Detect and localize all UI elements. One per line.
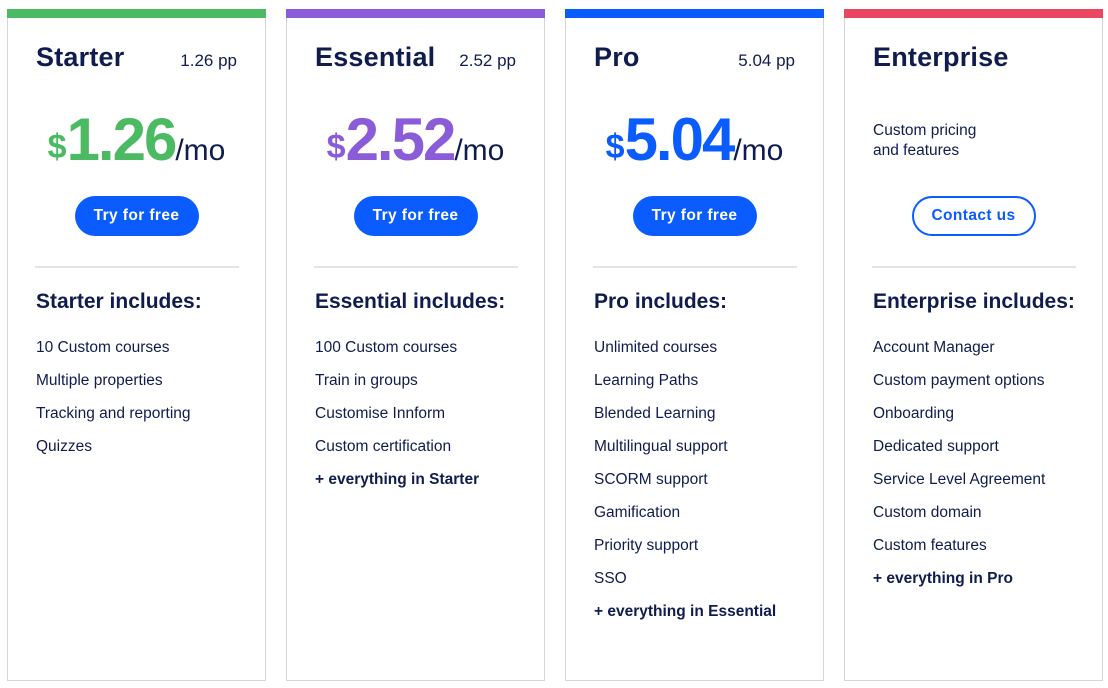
feature-item: Tracking and reporting bbox=[36, 405, 191, 422]
feature-list: Account Manager Custom payment options Onb… bbox=[873, 338, 1045, 602]
plan-price: $2.52/mo bbox=[287, 105, 544, 174]
feature-item: Multiple properties bbox=[36, 372, 163, 389]
per-person-price: 2.52 pp bbox=[459, 51, 516, 70]
plan-header: Enterprise bbox=[873, 42, 1074, 73]
pricing-cards: Starter 1.26 pp $1.26/mo Try for free St… bbox=[7, 9, 1103, 681]
feature-item: 100 Custom courses bbox=[315, 339, 458, 356]
plan-accent-bar bbox=[7, 9, 266, 18]
feature-item: SCORM support bbox=[594, 471, 708, 488]
feature-item: Unlimited courses bbox=[594, 339, 718, 356]
plan-header: Essential 2.52 pp bbox=[315, 42, 516, 73]
divider bbox=[872, 266, 1076, 268]
feature-item: Multilingual support bbox=[594, 438, 728, 455]
plan-name: Enterprise bbox=[873, 42, 1009, 72]
try-for-free-button[interactable]: Try for free bbox=[632, 196, 757, 236]
feature-item: Customise Innform bbox=[315, 405, 446, 422]
price-amount: 2.52 bbox=[345, 106, 457, 173]
feature-item: Gamification bbox=[594, 504, 681, 521]
feature-item-inherited: + everything in Pro bbox=[873, 570, 1013, 587]
feature-item: SSO bbox=[594, 570, 627, 587]
plan-card-essential: Essential 2.52 pp $2.52/mo Try for free … bbox=[286, 9, 545, 681]
feature-list: 10 Custom courses Multiple properties Trac… bbox=[36, 338, 191, 470]
description-line: and features bbox=[873, 142, 960, 159]
includes-heading: Starter includes: bbox=[36, 290, 202, 313]
feature-item: Custom domain bbox=[873, 504, 982, 521]
includes-heading: Pro includes: bbox=[594, 290, 728, 313]
plan-name: Essential bbox=[315, 42, 436, 72]
plan-name: Pro bbox=[594, 42, 640, 72]
description-line: Custom pricing bbox=[873, 122, 977, 139]
feature-item-inherited: + everything in Starter bbox=[315, 471, 480, 488]
plan-accent-bar bbox=[286, 9, 545, 18]
currency-symbol: $ bbox=[47, 128, 67, 166]
feature-item: Custom features bbox=[873, 537, 987, 554]
feature-item: Service Level Agreement bbox=[873, 471, 1046, 488]
plan-name: Starter bbox=[36, 42, 125, 72]
plan-header: Pro 5.04 pp bbox=[594, 42, 795, 73]
try-for-free-button[interactable]: Try for free bbox=[74, 196, 199, 236]
feature-item: Blended Learning bbox=[594, 405, 716, 422]
feature-item: 10 Custom courses bbox=[36, 339, 170, 356]
plan-header: Starter 1.26 pp bbox=[36, 42, 237, 73]
includes-heading: Essential includes: bbox=[315, 290, 506, 313]
feature-item: Train in groups bbox=[315, 372, 418, 389]
plan-price: $1.26/mo bbox=[8, 105, 265, 174]
contact-us-button[interactable]: Contact us bbox=[911, 196, 1036, 236]
feature-item: Onboarding bbox=[873, 405, 955, 422]
feature-item: Custom certification bbox=[315, 438, 452, 455]
price-amount: 5.04 bbox=[624, 106, 736, 173]
plan-card-starter: Starter 1.26 pp $1.26/mo Try for free St… bbox=[7, 9, 266, 681]
try-for-free-button[interactable]: Try for free bbox=[353, 196, 478, 236]
feature-item-inherited: + everything in Essential bbox=[594, 603, 777, 620]
price-period: /mo bbox=[454, 134, 505, 167]
plan-card-enterprise: Enterprise Custom pricing and features C… bbox=[844, 9, 1103, 681]
plan-card-pro: Pro 5.04 pp $5.04/mo Try for free Pro in… bbox=[565, 9, 824, 681]
plan-description: Custom pricing and features bbox=[873, 121, 1033, 161]
per-person-price: 1.26 pp bbox=[180, 51, 237, 70]
feature-item: Priority support bbox=[594, 537, 699, 554]
feature-list: Unlimited courses Learning Paths Blended L… bbox=[594, 338, 776, 635]
price-amount: 1.26 bbox=[66, 106, 178, 173]
plan-accent-bar bbox=[565, 9, 824, 18]
divider bbox=[593, 266, 797, 268]
divider bbox=[314, 266, 518, 268]
feature-item: Custom payment options bbox=[873, 372, 1045, 389]
plan-accent-bar bbox=[844, 9, 1103, 18]
feature-item: Dedicated support bbox=[873, 438, 999, 455]
feature-item: Learning Paths bbox=[594, 372, 699, 389]
feature-list: 100 Custom courses Train in groups Customi… bbox=[315, 338, 479, 503]
includes-heading: Enterprise includes: bbox=[873, 290, 1075, 313]
currency-symbol: $ bbox=[605, 128, 625, 166]
price-period: /mo bbox=[733, 134, 784, 167]
price-period: /mo bbox=[175, 134, 226, 167]
plan-price: $5.04/mo bbox=[566, 105, 823, 174]
per-person-price: 5.04 pp bbox=[738, 51, 795, 70]
feature-item: Quizzes bbox=[36, 438, 92, 455]
divider bbox=[35, 266, 239, 268]
feature-item: Account Manager bbox=[873, 339, 995, 356]
currency-symbol: $ bbox=[326, 128, 346, 166]
